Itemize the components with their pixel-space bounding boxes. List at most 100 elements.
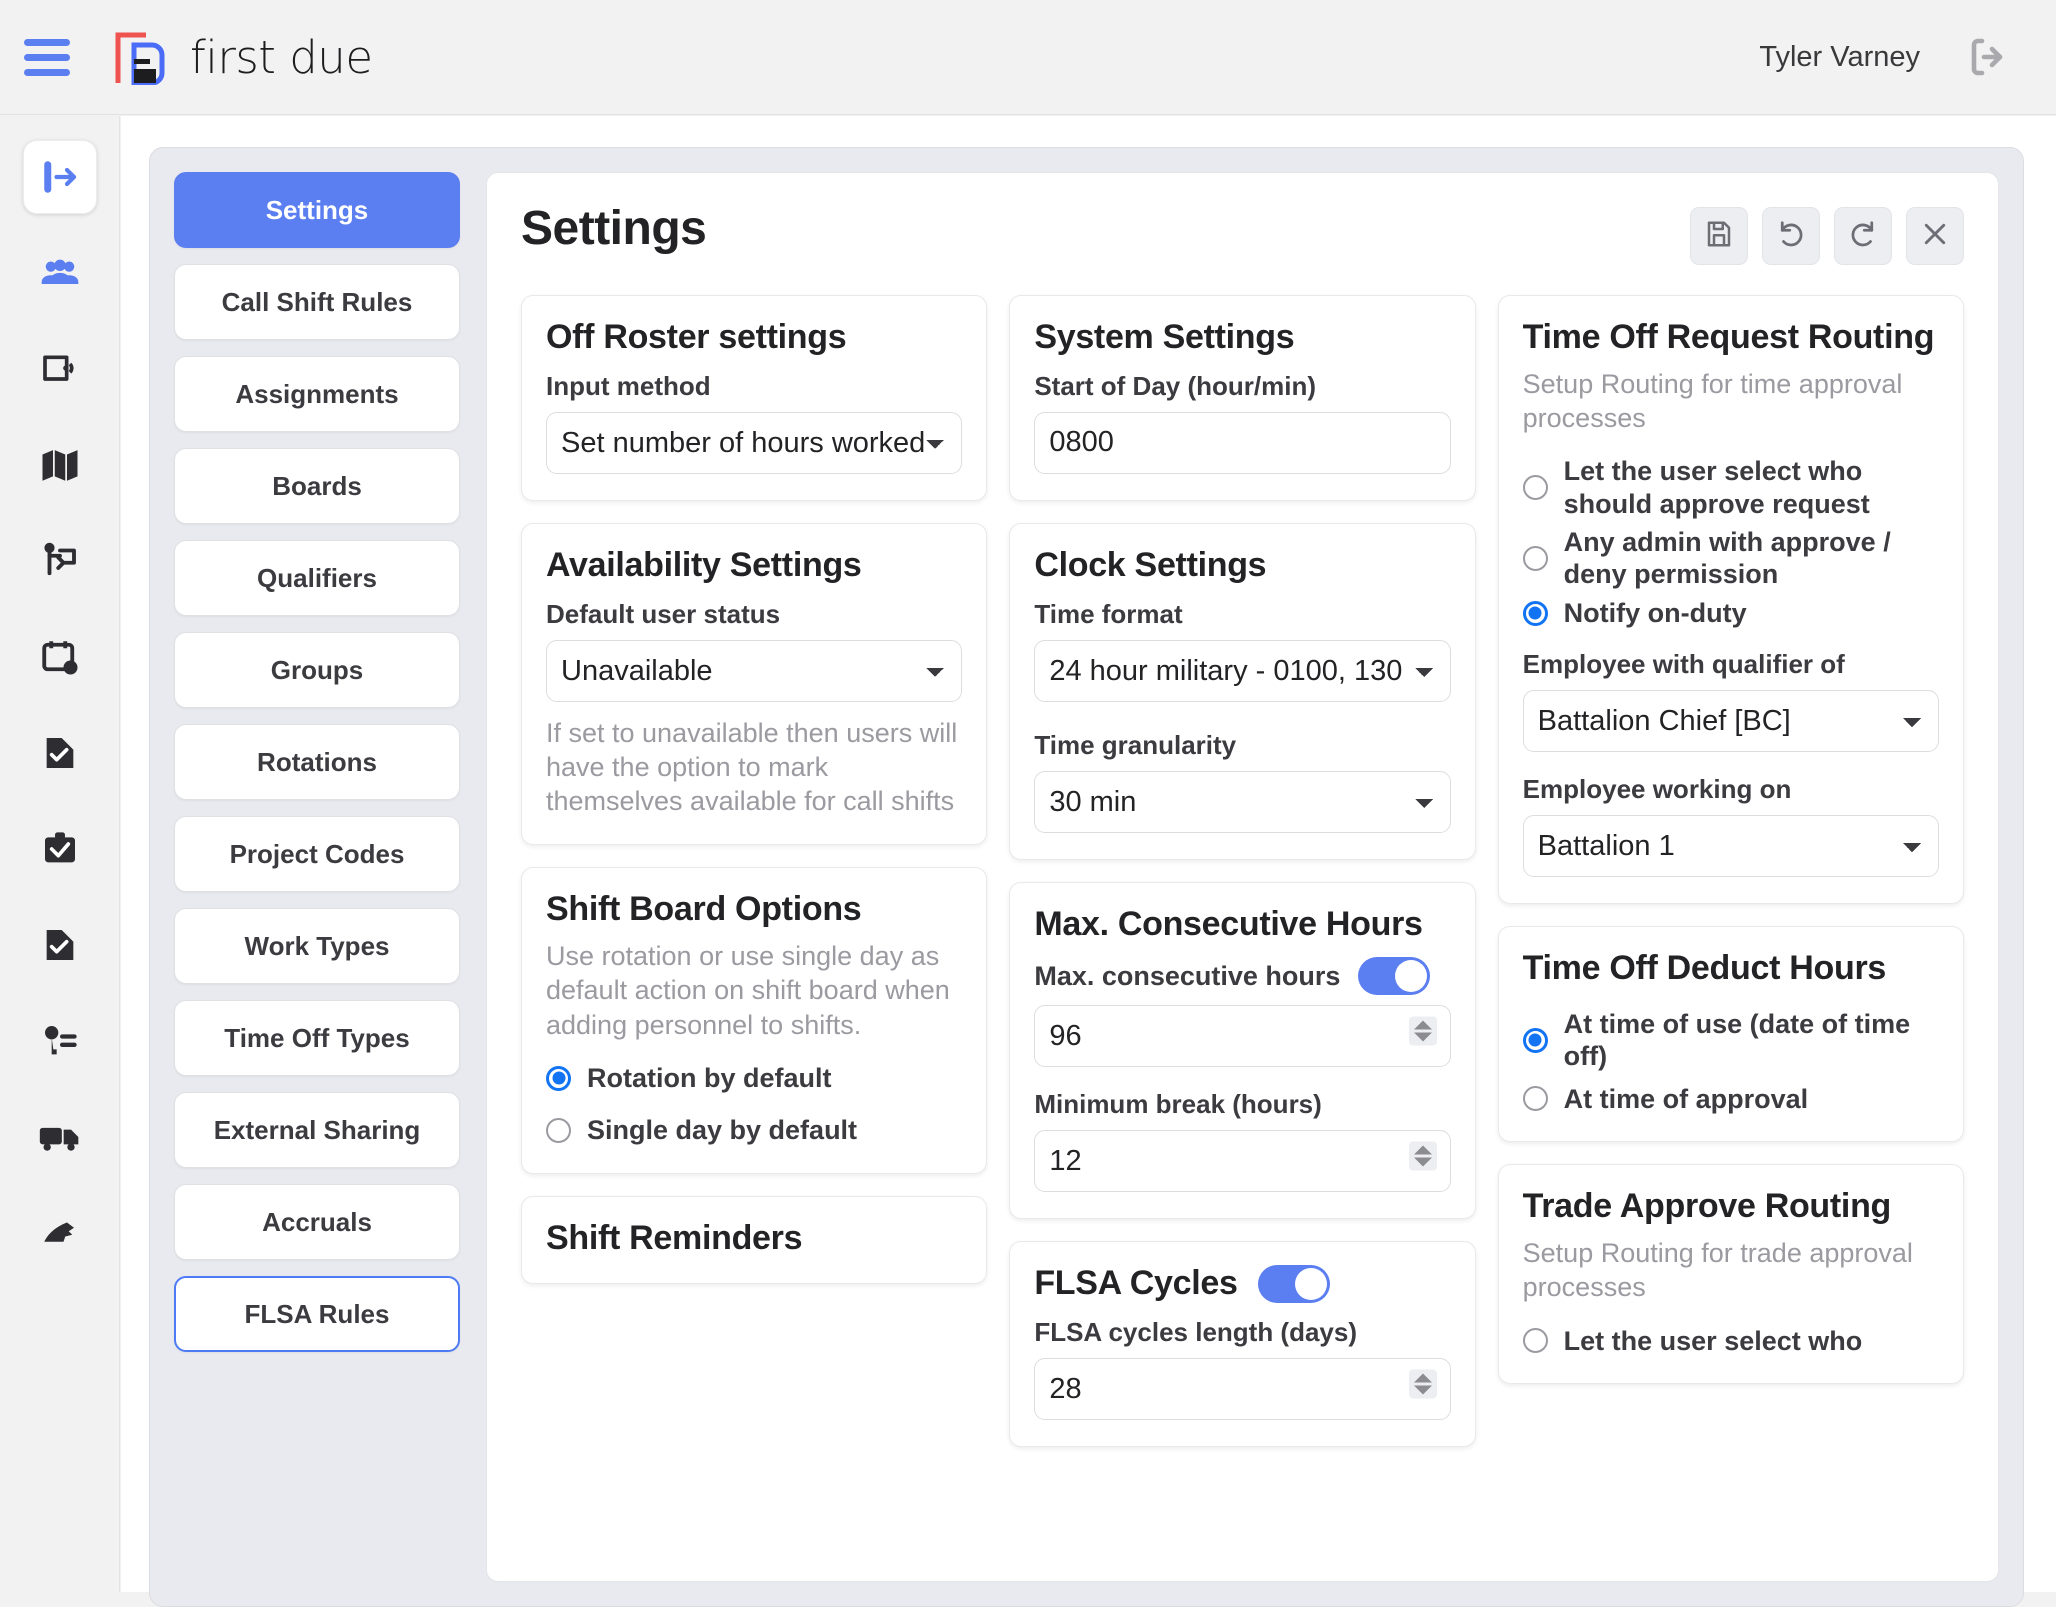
start-of-day-label: Start of Day (hour/min)	[1034, 370, 1316, 401]
radio-row-notify-on-duty[interactable]: Notify on-duty	[1522, 597, 1939, 629]
settings-column-1: Off Roster settings Input method Set num…	[521, 295, 988, 1447]
default-user-status-select[interactable]: Unavailable	[546, 639, 963, 702]
radio-button[interactable]	[546, 1118, 571, 1144]
radio-button[interactable]	[1522, 1086, 1548, 1112]
radio-button[interactable]	[1522, 1328, 1548, 1354]
logout-icon[interactable]	[1964, 33, 2012, 81]
time-format-select[interactable]: 24 hour military - 0100, 130	[1034, 639, 1451, 702]
radio-button[interactable]	[1522, 600, 1548, 626]
undo-arrow-icon	[1776, 219, 1806, 254]
card-trade-approve-routing: Trade Approve Routing Setup Routing for …	[1497, 1164, 1964, 1384]
input-method-select[interactable]: Set number of hours worked	[546, 411, 963, 474]
minimum-break-input[interactable]	[1034, 1130, 1451, 1193]
card-title: Shift Reminders	[546, 1218, 803, 1257]
radio-button[interactable]	[546, 1065, 571, 1091]
radio-button[interactable]	[1522, 475, 1548, 501]
hamburger-menu-icon[interactable]	[24, 34, 70, 80]
radio-label: Any admin with approve / deny permission	[1563, 527, 1891, 590]
nav-item-settings[interactable]: Settings	[174, 172, 460, 248]
radio-row-any-admin[interactable]: Any admin with approve / deny permission	[1522, 526, 1939, 591]
start-of-day-input[interactable]	[1034, 411, 1451, 474]
card-availability-settings: Availability Settings Default user statu…	[521, 522, 988, 846]
max-consecutive-hours-toggle-row: Max. consecutive hours	[1034, 957, 1450, 996]
sidebar-item-personnel[interactable]	[23, 236, 97, 310]
nav-label: FLSA Rules	[244, 1298, 390, 1329]
card-clock-settings: Clock Settings Time format 24 hour milit…	[1009, 522, 1476, 860]
sidebar-item-scheduling[interactable]	[23, 620, 97, 694]
nav-item-qualifiers[interactable]: Qualifiers	[174, 540, 460, 616]
card-shift-reminders: Shift Reminders	[521, 1195, 988, 1285]
settings-nav: Settings Call Shift Rules Assignments Bo…	[174, 172, 460, 1582]
max-hours-stepper[interactable]	[1408, 1016, 1437, 1046]
pre-plan-icon	[39, 540, 81, 582]
nav-label: Rotations	[257, 746, 377, 777]
sidebar-item-apparatus[interactable]	[23, 1100, 97, 1174]
radio-row-user-select-approver[interactable]: Let the user select who should approve r…	[1522, 455, 1939, 520]
sidebar-item-reports[interactable]	[23, 716, 97, 790]
redo-button[interactable]	[1834, 207, 1892, 265]
nav-item-groups[interactable]: Groups	[174, 632, 460, 708]
sidebar-item-device[interactable]	[23, 332, 97, 406]
flsa-cycles-toggle[interactable]	[1257, 1264, 1330, 1303]
nav-item-flsa-rules[interactable]: FLSA Rules	[174, 1276, 460, 1352]
minimum-break-stepper[interactable]	[1408, 1141, 1437, 1171]
nav-label: Assignments	[235, 378, 399, 409]
radio-button[interactable]	[1522, 545, 1548, 571]
input-method-label: Input method	[546, 370, 711, 401]
card-title: Shift Board Options	[546, 890, 862, 929]
nav-item-time-off-types[interactable]: Time Off Types	[174, 1000, 460, 1076]
radio-label: Let the user select who should approve r…	[1563, 456, 1870, 519]
sidebar-item-collapse[interactable]	[22, 140, 97, 214]
nav-item-call-shift-rules[interactable]: Call Shift Rules	[174, 264, 460, 340]
nav-label: Time Off Types	[224, 1022, 410, 1053]
time-format-label: Time format	[1034, 598, 1183, 629]
card-shift-board-options: Shift Board Options Use rotation or use …	[521, 867, 988, 1174]
radio-button[interactable]	[1522, 1027, 1548, 1053]
radio-label: Single day by default	[587, 1115, 858, 1146]
employee-qualifier-select[interactable]: Battalion Chief [BC]	[1522, 690, 1939, 753]
incident-document-icon	[40, 925, 80, 965]
nav-item-project-codes[interactable]: Project Codes	[174, 816, 460, 892]
radio-row-at-time-of-use[interactable]: At time of use (date of time off)	[1522, 1008, 1939, 1073]
brand-name: first due	[190, 30, 373, 84]
radio-row-at-time-of-approval[interactable]: At time of approval	[1522, 1083, 1939, 1115]
close-button[interactable]	[1906, 207, 1964, 265]
time-granularity-label: Time granularity	[1034, 729, 1237, 760]
trade-routing-description: Setup Routing for trade approval process…	[1522, 1237, 1913, 1303]
time-off-routing-description: Setup Routing for time approval processe…	[1522, 368, 1903, 434]
undo-button[interactable]	[1762, 207, 1820, 265]
sidebar-item-map[interactable]	[23, 428, 97, 502]
first-due-logo-icon	[112, 29, 168, 86]
radio-row-rotation-by-default[interactable]: Rotation by default	[546, 1062, 962, 1094]
max-consecutive-hours-input[interactable]	[1034, 1005, 1451, 1068]
nav-item-rotations[interactable]: Rotations	[174, 724, 460, 800]
sidebar-item-hydrants[interactable]	[23, 1196, 97, 1270]
nav-item-external-sharing[interactable]: External Sharing	[174, 1092, 460, 1168]
time-granularity-select[interactable]: 30 min	[1034, 770, 1451, 833]
max-consecutive-hours-toggle[interactable]	[1358, 957, 1431, 996]
radio-row-single-day-by-default[interactable]: Single day by default	[546, 1114, 962, 1146]
sidebar-item-pre-plan[interactable]	[23, 524, 97, 598]
left-icon-rail	[0, 116, 120, 1592]
nav-item-assignments[interactable]: Assignments	[174, 356, 460, 432]
user-name-label: Tyler Varney	[1759, 40, 1920, 73]
nav-item-accruals[interactable]: Accruals	[174, 1184, 460, 1260]
shift-board-description: Use rotation or use single day as defaul…	[546, 941, 950, 1040]
save-button[interactable]	[1690, 207, 1748, 265]
card-system-settings: System Settings Start of Day (hour/min)	[1009, 295, 1476, 501]
employee-qualifier-label: Employee with qualifier of	[1522, 649, 1845, 680]
nav-item-boards[interactable]: Boards	[174, 448, 460, 524]
flsa-cycle-stepper[interactable]	[1408, 1369, 1437, 1399]
nav-item-work-types[interactable]: Work Types	[174, 908, 460, 984]
sidebar-item-permissions[interactable]	[23, 1004, 97, 1078]
sidebar-item-inspections[interactable]	[23, 812, 97, 886]
radio-row-trade-user-select[interactable]: Let the user select who	[1522, 1325, 1939, 1357]
sidebar-item-incidents[interactable]	[23, 908, 97, 982]
employee-working-on-select[interactable]: Battalion 1	[1522, 815, 1939, 878]
card-max-consecutive-hours: Max. Consecutive Hours Max. consecutive …	[1009, 881, 1476, 1220]
settings-card-grid: Off Roster settings Input method Set num…	[521, 295, 1964, 1447]
flsa-cycle-length-input[interactable]	[1034, 1358, 1451, 1420]
card-title: Time Off Deduct Hours	[1522, 949, 1887, 988]
settings-content: Settings Off Roster settings Input metho…	[486, 172, 1999, 1582]
nav-label: Settings	[265, 194, 369, 225]
